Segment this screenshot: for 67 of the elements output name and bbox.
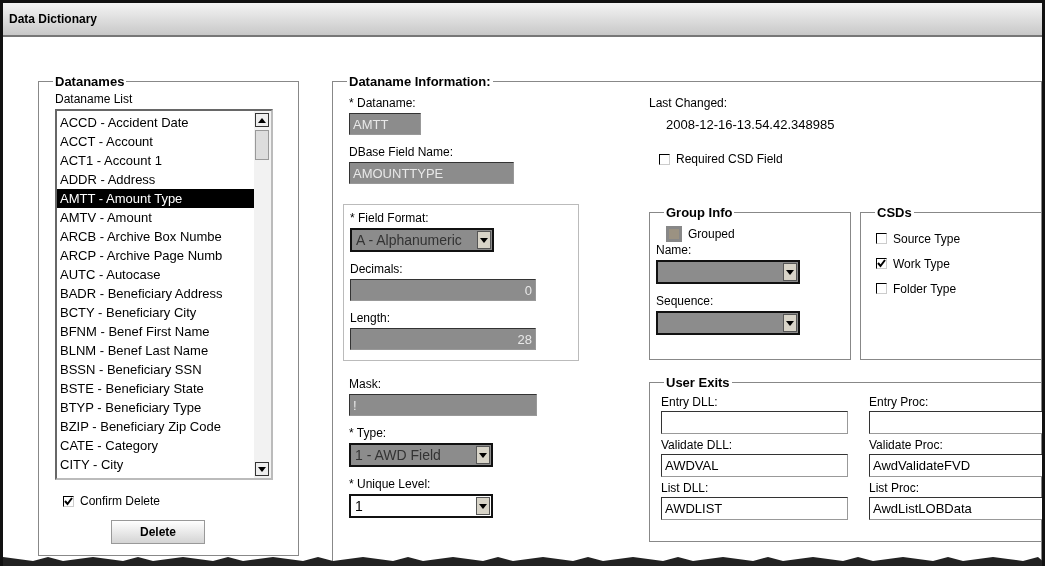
list-item[interactable]: BZIP - Beneficiary Zip Code (57, 417, 254, 436)
checkbox-label: Confirm Delete (80, 494, 161, 508)
field-label: Name: (656, 243, 693, 258)
text-field[interactable] (869, 411, 1042, 434)
dropdown[interactable]: 1 (349, 494, 493, 518)
dropdown-caret-icon[interactable] (476, 497, 490, 515)
delete-button[interactable]: Delete (111, 520, 205, 544)
field-label: Last Changed: (649, 96, 729, 111)
text-field[interactable]: AwdListLOBData (869, 497, 1042, 520)
list-item[interactable]: BFNM - Benef First Name (57, 322, 254, 341)
field-label: List Proc: (869, 481, 920, 496)
field-label: DBase Field Name: (349, 145, 455, 160)
field-label: Mask: (349, 377, 382, 392)
scroll-down-icon[interactable] (255, 462, 269, 476)
checkbox[interactable] (876, 258, 887, 269)
text-field[interactable]: AWDLIST (661, 497, 848, 520)
group-title: Dataname Information: (347, 74, 493, 89)
list-item[interactable]: BADR - Beneficiary Address (57, 284, 254, 303)
list-item[interactable]: AUTC - Autocase (57, 265, 254, 284)
field-label: List DLL: (661, 481, 710, 496)
list-item[interactable]: ACCD - Accident Date (57, 113, 254, 132)
field-label: Dataname List (55, 92, 134, 107)
group-title: Group Info (664, 205, 735, 220)
checkbox-label: Source Type (893, 231, 961, 246)
checkbox-label: Folder Type (893, 281, 957, 296)
list-item[interactable]: ARCB - Archive Box Numbe (57, 227, 254, 246)
list-item[interactable]: BSSN - Beneficiary SSN (57, 360, 254, 379)
group-title: CSDs (875, 205, 914, 220)
field-label: Sequence: (656, 294, 715, 309)
field-label: Entry Proc: (869, 395, 930, 410)
text-field[interactable]: AwdValidateFVD (869, 454, 1042, 477)
list-item[interactable]: ACT1 - Account 1 (57, 151, 254, 170)
field-label: Decimals: (350, 262, 404, 277)
window-title: Data Dictionary (9, 12, 98, 26)
scroll-up-icon[interactable] (255, 113, 269, 127)
text-field[interactable] (661, 411, 848, 434)
checkbox-label: Work Type (893, 256, 950, 271)
field-label: Entry DLL: (661, 395, 719, 410)
scroll-thumb[interactable] (255, 130, 269, 160)
checkbox[interactable] (876, 283, 887, 294)
field-label: Validate Proc: (869, 438, 944, 453)
list-item[interactable]: AMTT - Amount Type (57, 189, 254, 208)
checkbox[interactable] (876, 233, 887, 244)
checkbox-label: Grouped (688, 227, 735, 241)
list-item[interactable]: ACCT - Account (57, 132, 254, 151)
field-label: * Dataname: (349, 96, 417, 111)
field-label: Validate DLL: (661, 438, 734, 453)
field-label: * Field Format: (350, 211, 430, 226)
field-label: Length: (350, 311, 392, 326)
field-label: * Unique Level: (349, 477, 432, 492)
checkbox[interactable] (659, 153, 670, 165)
checkbox-label: Required CSD Field (676, 152, 783, 166)
list-item[interactable]: BLNM - Benef Last Name (57, 341, 254, 360)
list-item[interactable]: ARCP - Archive Page Numb (57, 246, 254, 265)
text-field[interactable]: AWDVAL (661, 454, 848, 477)
list-item[interactable]: CATE - Category (57, 436, 254, 455)
group-title: User Exits (664, 375, 732, 390)
list-item[interactable]: AMTV - Amount (57, 208, 254, 227)
group-title: Datanames (53, 74, 127, 89)
list-item[interactable]: ADDR - Address (57, 170, 254, 189)
checkbox[interactable] (63, 495, 74, 507)
list-item[interactable]: BTYP - Beneficiary Type (57, 398, 254, 417)
list-item[interactable]: BCTY - Beneficiary City (57, 303, 254, 322)
field-label: * Type: (349, 426, 388, 441)
list-item[interactable]: BSTE - Beneficiary State (57, 379, 254, 398)
list-item[interactable]: CITY - City (57, 455, 254, 474)
timestamp-text: 2008-12-16-13.54.42.348985 (665, 117, 836, 132)
